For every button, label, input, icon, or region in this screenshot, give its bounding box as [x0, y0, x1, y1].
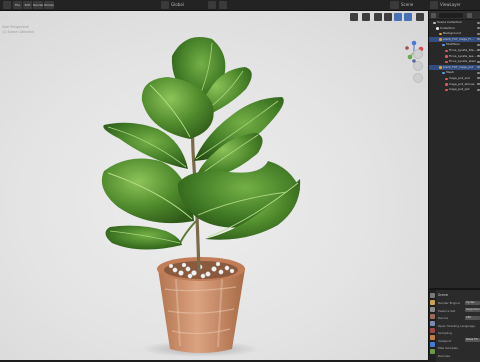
- top-bar: File Edit Render Window Global Scene Vie…: [0, 0, 480, 11]
- property-label: Open Shading Language: [438, 323, 475, 328]
- view-layer-tab-icon[interactable]: [430, 314, 435, 319]
- editor-type-icon[interactable]: [3, 1, 11, 9]
- outliner-tree: Scene Collection Collection Background plan…: [429, 20, 480, 93]
- property-label: Render Engine: [438, 301, 460, 305]
- property-label: Sampling: [438, 331, 453, 335]
- menu-file[interactable]: File: [13, 1, 22, 9]
- transform-orientation-icon[interactable]: [161, 1, 169, 9]
- property-label: Max Samples: [438, 346, 458, 350]
- property-value-field[interactable]: Noise Thr: [465, 338, 480, 342]
- right-panel: Scene Collection Collection Background plan…: [428, 11, 480, 362]
- object-type-icon: [445, 60, 448, 64]
- filter-icon[interactable]: [467, 12, 472, 18]
- object-type-icon: [442, 43, 445, 47]
- object-tab-icon[interactable]: [430, 335, 435, 340]
- tool-tab-icon[interactable]: [430, 293, 435, 298]
- render-tab-icon[interactable]: [430, 300, 435, 305]
- scene-icon[interactable]: [390, 1, 399, 9]
- properties-tabs: [429, 290, 436, 362]
- object-type-icon: [439, 32, 442, 36]
- scene-tab-icon[interactable]: [430, 321, 435, 326]
- material-tab-icon[interactable]: [430, 349, 435, 354]
- outliner-row[interactable]: Cage_pot_pot: [429, 87, 480, 93]
- world-tab-icon[interactable]: [430, 328, 435, 333]
- object-type-icon: [445, 83, 448, 86]
- object-type-icon: [442, 71, 445, 75]
- plant-render: [101, 37, 301, 357]
- output-tab-icon[interactable]: [430, 307, 435, 312]
- properties-title: Scene: [438, 293, 449, 297]
- property-label: Viewport: [438, 338, 452, 343]
- outliner-editor-icon[interactable]: [431, 12, 436, 18]
- property-value-field[interactable]: Supported: [465, 308, 480, 312]
- scene-name[interactable]: Scene: [401, 2, 413, 7]
- outliner-row-label: Cage_pot_pot: [449, 87, 470, 92]
- outliner-search-input[interactable]: [439, 12, 463, 18]
- object-type-icon: [439, 66, 442, 69]
- object-type-icon: [436, 27, 439, 30]
- property-value-field[interactable]: CPU: [465, 315, 480, 320]
- menu-window[interactable]: Window: [44, 1, 54, 9]
- object-type-icon: [445, 88, 448, 92]
- view-layer-icon[interactable]: [430, 1, 438, 9]
- property-value-field[interactable]: Cycles: [465, 300, 480, 305]
- object-type-icon: [445, 77, 448, 81]
- property-label: Device: [438, 316, 449, 320]
- snap-icon[interactable]: [208, 1, 216, 9]
- object-type-icon: [445, 49, 448, 53]
- outliner-header: [429, 11, 480, 20]
- menu-render[interactable]: Render: [33, 1, 43, 9]
- object-type-icon: [445, 55, 448, 58]
- proportional-edit-icon[interactable]: [219, 1, 227, 9]
- view-layer-name[interactable]: ViewLayer: [440, 2, 461, 7]
- property-label: Denoise: [438, 353, 451, 358]
- menu-edit[interactable]: Edit: [23, 1, 32, 9]
- properties-editor: Scene Render Engine Cycles Feature Set Supp…: [429, 288, 480, 362]
- shading-label[interactable]: Global: [171, 2, 184, 7]
- modifier-tab-icon[interactable]: [430, 342, 435, 347]
- 3d-viewport[interactable]: User Perspective (1) Scene Collection: [0, 11, 428, 360]
- object-type-icon: [439, 38, 442, 41]
- property-label: Feature Set: [438, 308, 456, 313]
- object-type-icon: [433, 21, 436, 25]
